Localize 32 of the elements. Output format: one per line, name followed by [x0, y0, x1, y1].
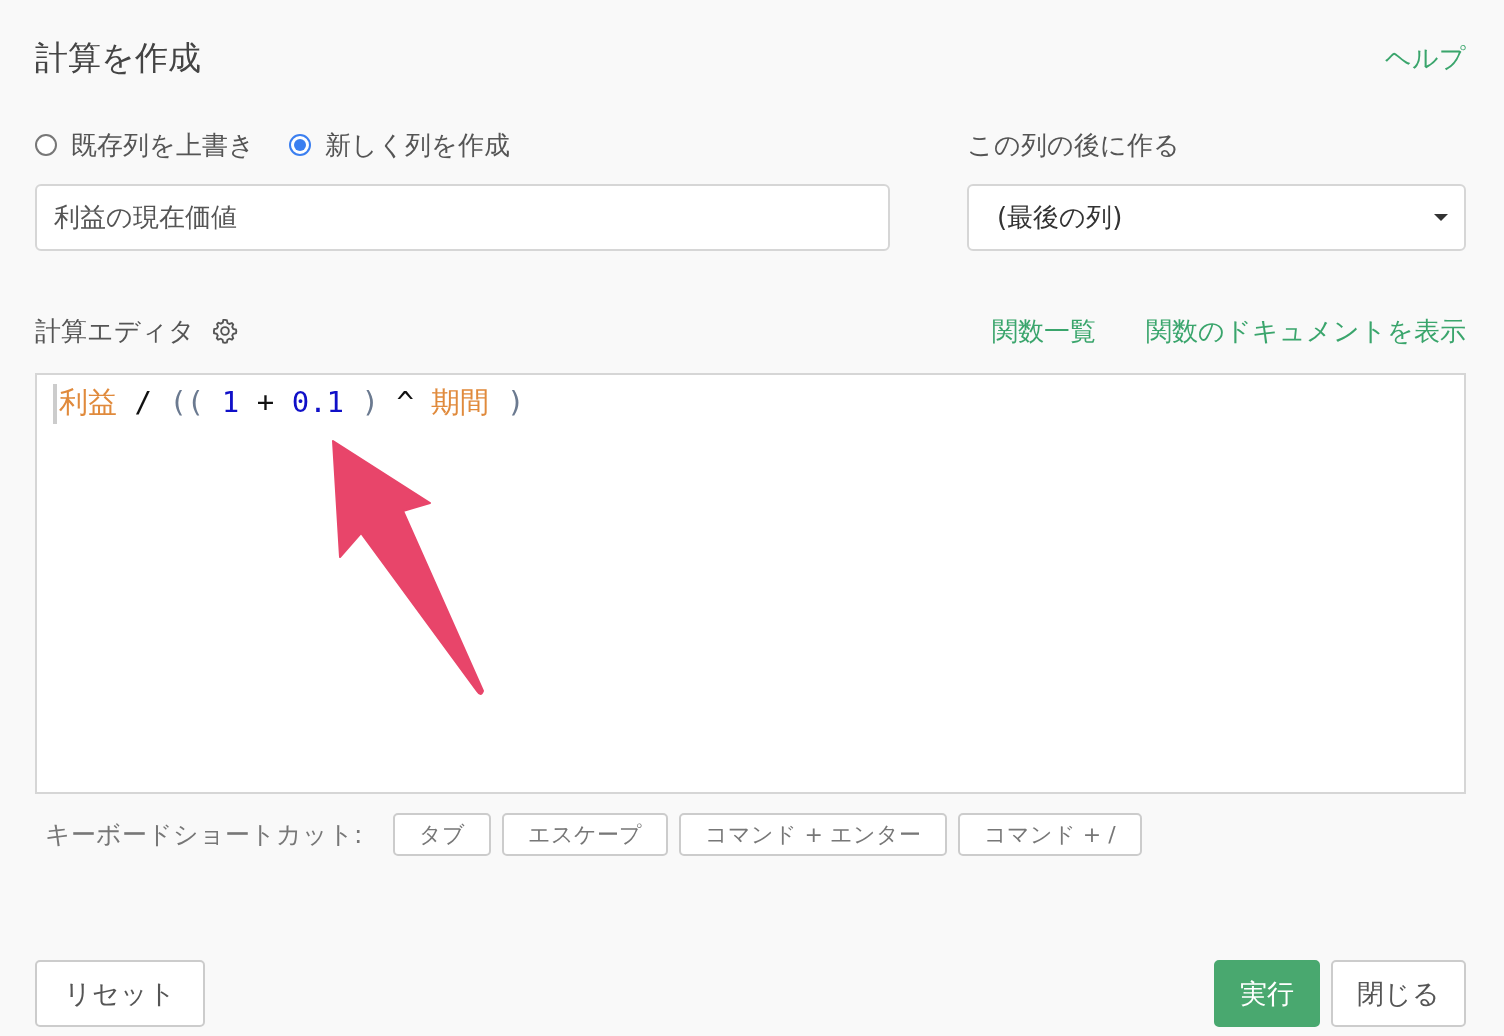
radio-button[interactable] — [35, 134, 57, 156]
shortcuts-label: キーボードショートカット: — [45, 819, 363, 851]
dialog-button[interactable]: 閉じる — [1331, 960, 1466, 1027]
radio-button[interactable] — [289, 134, 311, 156]
code-editor[interactable]: 利益 / (( 1 + 0.1 ) ^ 期間 ) — [35, 373, 1466, 794]
radio-option[interactable]: 既存列を上書き — [35, 127, 255, 163]
settings-icon[interactable] — [211, 317, 239, 345]
code-token: 0.1 — [291, 385, 345, 419]
code-token: ) — [361, 385, 379, 419]
shortcut-key: エスケープ — [502, 813, 669, 856]
radio-option[interactable]: 新しく列を作成 — [289, 127, 510, 163]
code-token: + — [256, 385, 275, 419]
caret-icon — [1434, 214, 1448, 221]
code-token: 期間 — [431, 385, 490, 419]
code-token: ) — [506, 385, 525, 419]
code-token: / — [134, 385, 152, 419]
editor-label: 計算エディタ — [35, 314, 195, 348]
code-token: 1 — [221, 385, 240, 419]
code-token: 利益 — [59, 385, 117, 419]
text-cursor — [53, 384, 57, 424]
position-dropdown[interactable]: (最後の列) — [967, 184, 1466, 251]
dialog-title: 計算を作成 — [35, 36, 201, 79]
column-name-field[interactable]: 利益の現在価値 — [35, 184, 890, 251]
shortcut-key: タブ — [393, 813, 492, 856]
shortcut-key: コマンド + エンター — [679, 813, 947, 856]
radio-label: 新しく列を作成 — [325, 128, 510, 162]
code-token: ^ — [396, 385, 414, 419]
shortcut-key: コマンド + / — [957, 813, 1142, 856]
radio-label: 既存列を上書き — [71, 128, 255, 162]
position-label: この列の後に作る — [967, 128, 1181, 162]
dialog-button[interactable]: リセット — [35, 960, 205, 1027]
code-token: (( — [169, 385, 205, 419]
